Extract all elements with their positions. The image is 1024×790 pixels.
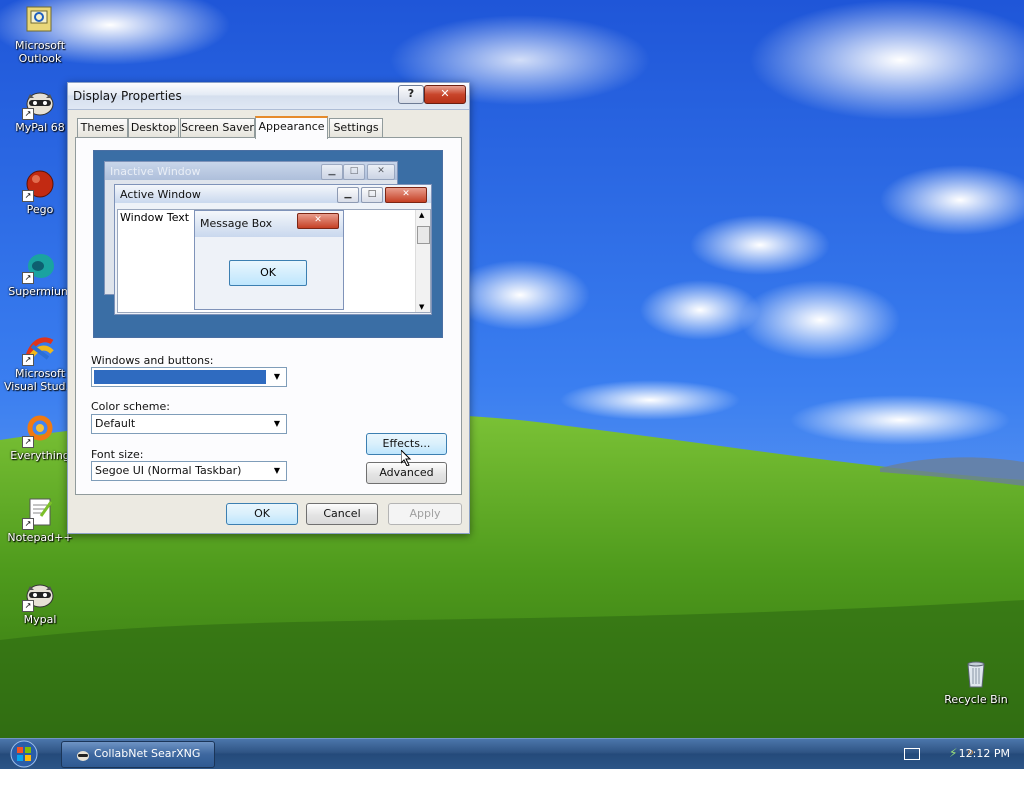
shortcut-arrow-icon: ↗: [22, 190, 34, 202]
tab-desktop[interactable]: Desktop: [128, 118, 179, 137]
dropdown-arrow-icon: ▼: [273, 372, 281, 381]
apply-button[interactable]: Apply: [388, 503, 462, 525]
taskbar-item-label: CollabNet SearXNG ...: [94, 747, 201, 784]
notepadpp-icon: ↗: [22, 496, 56, 530]
appearance-preview: Inactive Window ▁ □ ✕ Active Window ▁ □ …: [93, 150, 443, 338]
preview-message-box: Message Box ✕ OK: [194, 210, 344, 310]
desktop-icon-label: Mypal: [23, 613, 57, 626]
network-icon[interactable]: ⚡: [949, 746, 957, 760]
scroll-down-icon: ▼: [419, 303, 425, 311]
shortcut-arrow-icon: ↗: [22, 354, 34, 366]
color-scheme-label: Color scheme:: [91, 400, 170, 413]
selected-style-highlight: [94, 370, 266, 384]
preview-message-box-titlebar: Message Box ✕: [195, 211, 343, 237]
scroll-up-icon: ▲: [419, 211, 425, 219]
preview-inactive-titlebar: Inactive Window ▁ □ ✕: [105, 162, 397, 180]
shortcut-arrow-icon: ↗: [22, 600, 34, 612]
preview-message-box-title: Message Box: [200, 217, 273, 230]
tab-settings[interactable]: Settings: [329, 118, 383, 137]
start-button[interactable]: [5, 740, 43, 768]
mypal-raccoon-icon: ↗: [22, 86, 56, 120]
taskbar: CollabNet SearXNG ... ⚡ ⌕ 12:12 PM: [0, 738, 1024, 784]
display-properties-dialog: Display Properties ? ✕ Themes Desktop Sc…: [67, 82, 470, 534]
minimize-icon: ▁: [321, 164, 343, 180]
help-button[interactable]: ?: [398, 85, 424, 104]
color-scheme-value: Default: [95, 417, 136, 430]
font-size-select[interactable]: Segoe UI (Normal Taskbar) ▼: [91, 461, 287, 481]
pego-red-ball-icon: ↗: [22, 168, 56, 202]
close-icon: ✕: [297, 213, 339, 229]
dialog-title-bar[interactable]: Display Properties ? ✕: [68, 83, 469, 110]
color-scheme-select[interactable]: Default ▼: [91, 414, 287, 434]
font-size-value: Segoe UI (Normal Taskbar): [95, 464, 242, 477]
dialog-title: Display Properties: [73, 89, 182, 103]
tab-themes[interactable]: Themes: [77, 118, 128, 137]
desktop-icon-label: Microsoft Outlook: [14, 39, 66, 65]
close-icon: ✕: [367, 164, 395, 180]
shortcut-arrow-icon: ↗: [22, 436, 34, 448]
system-tray: ⚡ ⌕ 12:12 PM: [874, 739, 1024, 769]
maximize-icon: □: [361, 187, 383, 203]
appearance-panel: Inactive Window ▁ □ ✕ Active Window ▁ □ …: [75, 137, 462, 495]
preview-scrollbar: ▲ ▼: [415, 210, 430, 312]
preview-active-titlebar: Active Window ▁ □ ✕: [115, 185, 431, 203]
close-icon: ✕: [385, 187, 427, 203]
tab-appearance[interactable]: Appearance: [255, 116, 328, 139]
windows-buttons-select[interactable]: ▼: [91, 367, 287, 387]
desktop-icon-mypal[interactable]: ↗ Mypal: [1, 578, 79, 626]
outlook-icon: [24, 4, 56, 36]
visual-studio-icon: ↗: [22, 332, 56, 366]
desktop-icon-label: Recycle Bin: [944, 693, 1008, 706]
mypal-raccoon-icon: ↗: [22, 578, 56, 612]
shortcut-arrow-icon: ↗: [22, 518, 34, 530]
preview-inactive-title: Inactive Window: [110, 165, 201, 178]
scroll-thumb: [417, 226, 430, 244]
maximize-icon: □: [343, 164, 365, 180]
everything-search-icon: ↗: [22, 414, 56, 448]
supermium-icon: ↗: [22, 250, 56, 284]
dropdown-arrow-icon: ▼: [273, 419, 281, 428]
font-size-label: Font size:: [91, 448, 144, 461]
close-button[interactable]: ✕: [424, 85, 466, 104]
windows-buttons-label: Windows and buttons:: [91, 354, 214, 367]
cancel-button[interactable]: Cancel: [306, 503, 378, 525]
preview-active-title: Active Window: [120, 188, 201, 201]
tab-screen-saver[interactable]: Screen Saver: [180, 118, 255, 137]
minimize-icon: ▁: [337, 187, 359, 203]
mypal-raccoon-icon: [76, 747, 90, 761]
keyboard-icon[interactable]: [904, 748, 920, 760]
taskbar-clock[interactable]: 12:12 PM: [959, 747, 1010, 760]
shortcut-arrow-icon: ↗: [22, 272, 34, 284]
ok-button[interactable]: OK: [226, 503, 298, 525]
preview-ok-button: OK: [229, 260, 307, 286]
desktop-icon-microsoft-outlook[interactable]: Microsoft Outlook: [1, 4, 79, 65]
shortcut-arrow-icon: ↗: [22, 108, 34, 120]
recycle-bin-icon: [960, 658, 992, 690]
desktop-icon-recycle-bin[interactable]: Recycle Bin: [937, 658, 1015, 706]
taskbar-item-collabnet-searxng[interactable]: CollabNet SearXNG ...: [61, 741, 215, 784]
mouse-cursor-icon: [400, 448, 413, 467]
preview-window-text: Window Text: [120, 211, 190, 224]
dropdown-arrow-icon: ▼: [273, 466, 281, 475]
